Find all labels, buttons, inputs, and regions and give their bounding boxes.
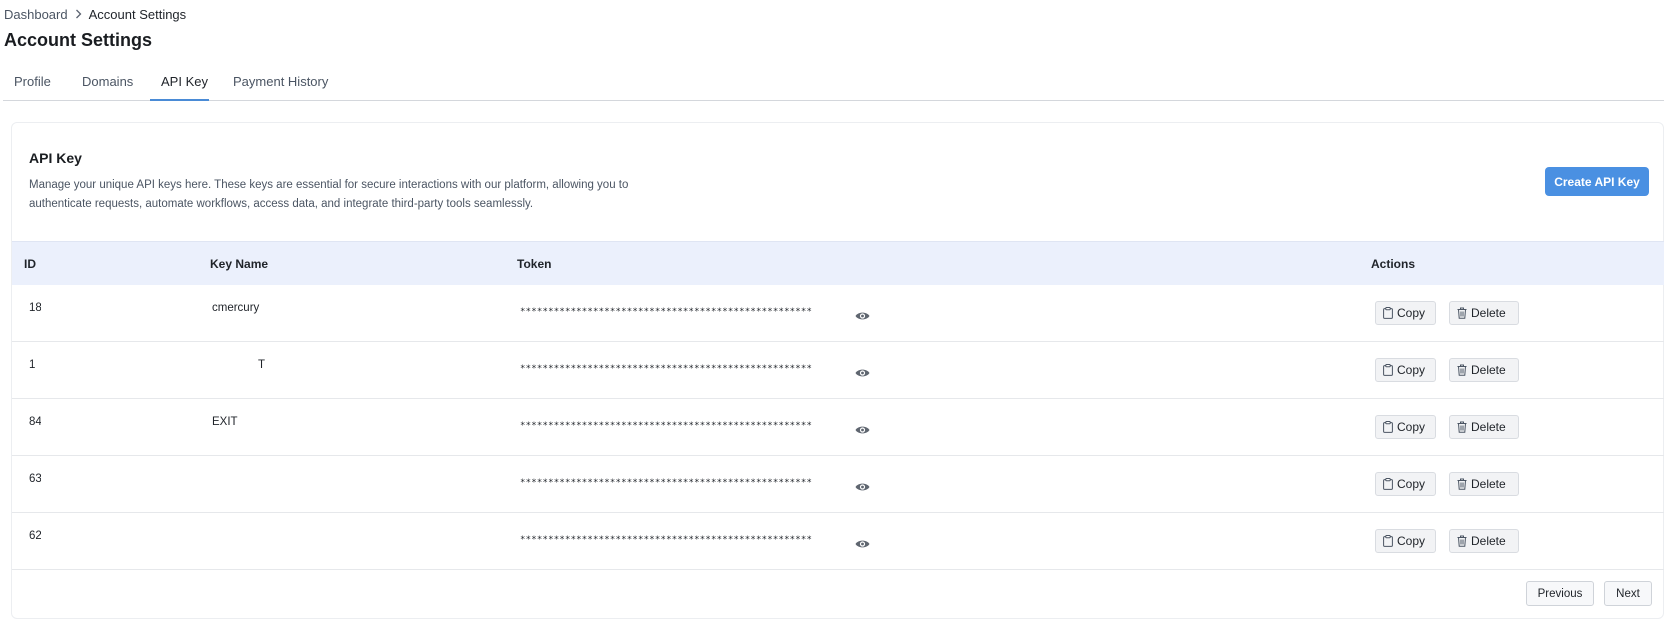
row-id: 18 [29, 302, 41, 314]
row-key-name: cmercury [212, 302, 260, 314]
delete-button[interactable]: Delete [1449, 415, 1519, 439]
tab-domains[interactable]: Domains [82, 66, 133, 101]
table-row: 84 EXIT ********************************… [12, 399, 1664, 456]
row-id: 1 [29, 359, 36, 371]
breadcrumb-dashboard[interactable]: Dashboard [4, 7, 68, 22]
table-header: ID Key Name Token Actions [12, 241, 1664, 285]
copy-button[interactable]: Copy [1375, 529, 1436, 553]
eye-icon[interactable] [855, 479, 870, 491]
api-key-card: API Key Manage your unique API keys here… [11, 122, 1664, 619]
column-header-id: ID [24, 257, 36, 271]
tab-payment-history[interactable]: Payment History [233, 66, 328, 101]
delete-label: Delete [1471, 363, 1506, 377]
breadcrumb: Dashboard Account Settings [4, 6, 186, 22]
copy-button[interactable]: Copy [1375, 472, 1436, 496]
row-token: ****************************************… [520, 421, 813, 431]
copy-button[interactable]: Copy [1375, 301, 1436, 325]
card-description: Manage your unique API keys here. These … [29, 179, 629, 210]
row-key-name: T [258, 359, 266, 371]
row-id: 62 [29, 530, 41, 542]
copy-button[interactable]: Copy [1375, 415, 1436, 439]
chevron-right-icon [75, 9, 82, 19]
delete-button[interactable]: Delete [1449, 301, 1519, 325]
eye-icon[interactable] [855, 422, 870, 434]
row-key-name: EXIT [212, 416, 238, 428]
trash-icon [1457, 478, 1467, 490]
delete-button[interactable]: Delete [1449, 358, 1519, 382]
delete-label: Delete [1471, 477, 1506, 491]
row-token: ****************************************… [520, 478, 813, 488]
row-token: ****************************************… [520, 535, 813, 545]
row-token: ****************************************… [520, 364, 813, 374]
copy-label: Copy [1397, 477, 1426, 491]
trash-icon [1457, 535, 1467, 547]
tab-profile[interactable]: Profile [14, 66, 51, 101]
trash-icon [1457, 364, 1467, 376]
row-token: ****************************************… [520, 307, 813, 317]
breadcrumb-current: Account Settings [88, 6, 187, 22]
previous-page-button[interactable]: Previous [1526, 581, 1594, 606]
clipboard-icon [1383, 307, 1393, 319]
clipboard-icon [1383, 478, 1393, 490]
row-id: 63 [29, 473, 41, 485]
trash-icon [1457, 307, 1467, 319]
delete-button[interactable]: Delete [1449, 472, 1519, 496]
tab-api-key[interactable]: API Key [150, 66, 209, 101]
table-row: 63 *************************************… [12, 456, 1664, 513]
copy-button[interactable]: Copy [1375, 358, 1436, 382]
table-row: 1 T ************************************… [12, 342, 1664, 399]
delete-label: Delete [1471, 306, 1506, 320]
copy-label: Copy [1397, 534, 1426, 548]
table-row: 62 *************************************… [12, 513, 1664, 570]
trash-icon [1457, 421, 1467, 433]
eye-icon[interactable] [855, 536, 870, 548]
page-title: Account Settings [4, 30, 153, 50]
next-page-button[interactable]: Next [1604, 581, 1652, 606]
copy-label: Copy [1397, 363, 1426, 377]
column-header-key-name: Key Name [210, 257, 269, 271]
create-api-key-button[interactable]: Create API Key [1545, 167, 1649, 196]
delete-label: Delete [1471, 420, 1506, 434]
eye-icon[interactable] [855, 308, 870, 320]
eye-icon[interactable] [855, 365, 870, 377]
delete-button[interactable]: Delete [1449, 529, 1519, 553]
clipboard-icon [1383, 364, 1393, 376]
delete-label: Delete [1471, 534, 1506, 548]
table-row: 18 cmercury ****************************… [12, 285, 1664, 342]
card-title: API Key [29, 150, 82, 166]
copy-label: Copy [1397, 420, 1426, 434]
clipboard-icon [1383, 421, 1393, 433]
settings-tabs: Profile Domains API Key Payment History [3, 66, 1664, 101]
row-id: 84 [29, 416, 41, 428]
copy-label: Copy [1397, 306, 1426, 320]
column-header-token: Token [517, 257, 552, 271]
clipboard-icon [1383, 535, 1393, 547]
column-header-actions: Actions [1371, 257, 1416, 271]
